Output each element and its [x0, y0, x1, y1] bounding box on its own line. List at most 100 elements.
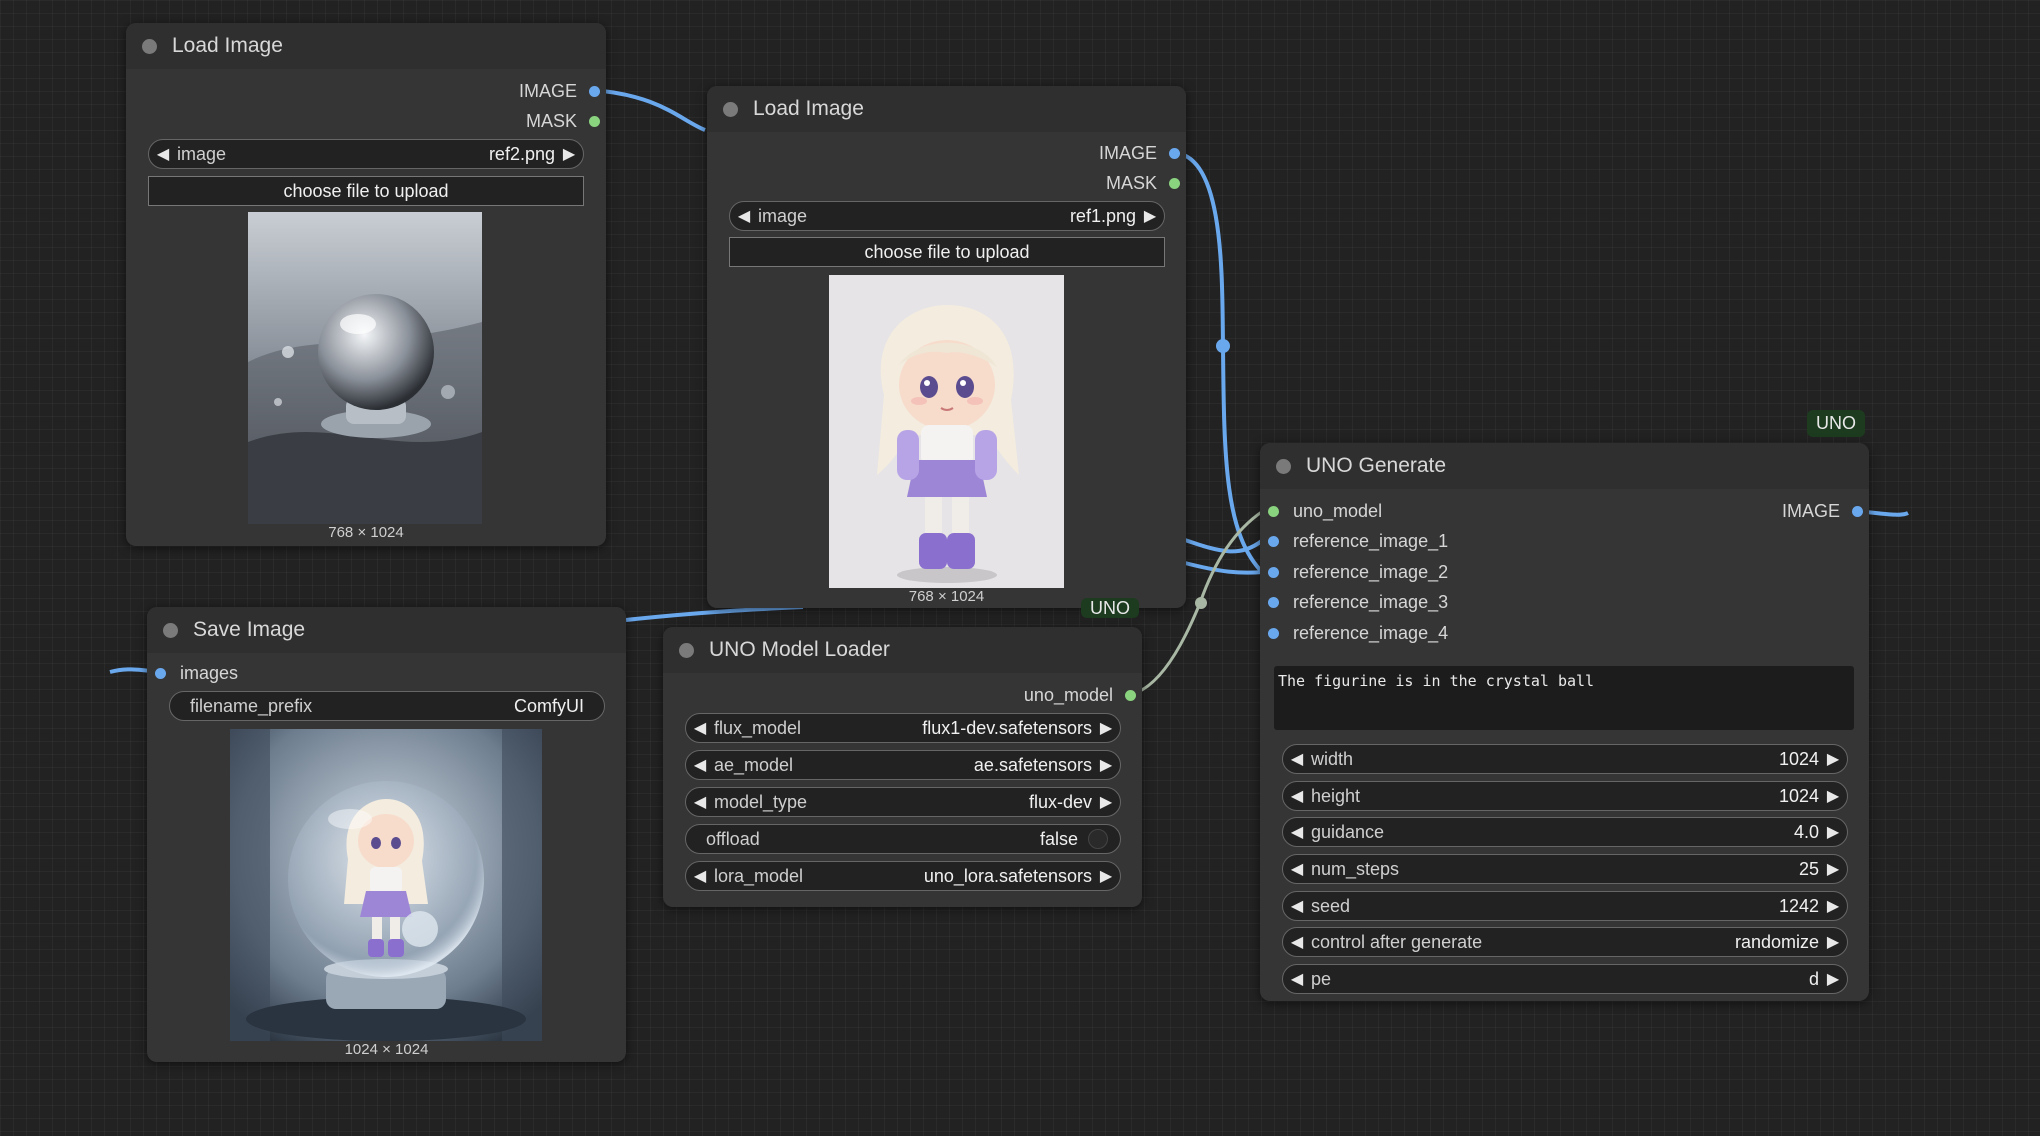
increment-arrow-icon[interactable]: ▶ — [1819, 859, 1847, 879]
widget-label: pe — [1311, 968, 1332, 989]
node-header[interactable]: UNO Model Loader — [663, 627, 1142, 673]
model-type-combo[interactable]: ◀ model_type flux-dev ▶ — [685, 787, 1121, 817]
increment-arrow-icon[interactable]: ▶ — [1819, 749, 1847, 769]
node-badge: UNO — [1807, 410, 1865, 437]
output-slot-icon[interactable] — [1169, 177, 1180, 189]
increment-arrow-icon[interactable]: ▶ — [1092, 718, 1120, 738]
link-ref2-image — [591, 88, 706, 132]
load-image-node-ref1[interactable]: Load Image IMAGE MASK ◀ image ref1.png ▶… — [707, 86, 1186, 608]
lora-model-combo[interactable]: ◀ lora_model uno_lora.safetensors ▶ — [685, 861, 1121, 891]
input-slot-icon[interactable] — [1268, 566, 1279, 578]
input-slot-icon[interactable] — [1268, 627, 1279, 639]
input-slot-icon[interactable] — [1268, 596, 1279, 608]
output-image[interactable]: IMAGE — [519, 77, 600, 105]
upload-button[interactable]: choose file to upload — [729, 237, 1165, 267]
collapse-dot-icon[interactable] — [163, 622, 178, 638]
save-image-node[interactable]: Save Image images filename_prefix ComfyU… — [147, 607, 626, 1062]
flux-model-combo[interactable]: ◀ flux_model flux1-dev.safetensors ▶ — [685, 713, 1121, 743]
output-label: IMAGE — [1098, 142, 1157, 163]
output-label: MASK — [525, 110, 577, 131]
decrement-arrow-icon[interactable]: ◀ — [686, 792, 714, 812]
decrement-arrow-icon[interactable]: ◀ — [1283, 969, 1311, 989]
collapse-dot-icon[interactable] — [723, 101, 738, 117]
link-save-into-canvas — [625, 605, 804, 622]
decrement-arrow-icon[interactable]: ◀ — [730, 206, 758, 226]
link-ref1-image — [1172, 151, 1265, 575]
input-reference-image-1[interactable]: reference_image_1 — [1268, 527, 1448, 555]
input-label: reference_image_3 — [1293, 591, 1449, 612]
input-slot-icon[interactable] — [155, 667, 166, 679]
decrement-arrow-icon[interactable]: ◀ — [149, 144, 177, 164]
widget-value: flux-dev — [1028, 791, 1092, 812]
output-mask[interactable]: MASK — [1106, 169, 1180, 197]
collapse-dot-icon[interactable] — [1276, 458, 1291, 474]
load-image-node-ref2[interactable]: Load Image IMAGE MASK ◀ image ref2.png ▶… — [126, 23, 606, 546]
input-images[interactable]: images — [155, 659, 238, 687]
filename-prefix-field[interactable]: filename_prefix ComfyUI — [169, 691, 605, 721]
input-reference-image-2[interactable]: reference_image_2 — [1268, 558, 1448, 586]
decrement-arrow-icon[interactable]: ◀ — [1283, 749, 1311, 769]
widget-label: width — [1311, 748, 1354, 769]
output-slot-icon[interactable] — [589, 115, 600, 127]
decrement-arrow-icon[interactable]: ◀ — [1283, 786, 1311, 806]
output-image[interactable]: IMAGE — [1782, 497, 1863, 525]
widget-label: num_steps — [1311, 858, 1400, 879]
output-slot-icon[interactable] — [1125, 689, 1136, 701]
increment-arrow-icon[interactable]: ▶ — [1092, 755, 1120, 775]
output-mask[interactable]: MASK — [526, 107, 600, 135]
num-steps-number[interactable]: ◀ num_steps 25 ▶ — [1282, 854, 1848, 884]
node-graph-canvas[interactable]: Load Image IMAGE MASK ◀ image ref2.png ▶… — [0, 0, 2040, 1136]
increment-arrow-icon[interactable]: ▶ — [1092, 792, 1120, 812]
increment-arrow-icon[interactable]: ▶ — [1819, 969, 1847, 989]
decrement-arrow-icon[interactable]: ◀ — [686, 718, 714, 738]
control-after-generate-combo[interactable]: ◀ control after generate randomize ▶ — [1282, 927, 1848, 957]
collapse-dot-icon[interactable] — [679, 642, 694, 658]
widget-label: flux_model — [714, 717, 802, 738]
decrement-arrow-icon[interactable]: ◀ — [1283, 932, 1311, 952]
increment-arrow-icon[interactable]: ▶ — [1819, 822, 1847, 842]
increment-arrow-icon[interactable]: ▶ — [555, 144, 583, 164]
node-header[interactable]: UNO Generate — [1260, 443, 1869, 489]
input-slot-icon[interactable] — [1268, 535, 1279, 547]
node-header[interactable]: Load Image — [126, 23, 606, 69]
output-image[interactable]: IMAGE — [1099, 139, 1180, 167]
input-reference-image-4[interactable]: reference_image_4 — [1268, 619, 1448, 647]
pe-combo[interactable]: ◀ pe d ▶ — [1282, 964, 1848, 994]
decrement-arrow-icon[interactable]: ◀ — [1283, 896, 1311, 916]
offload-toggle[interactable]: offload false — [685, 824, 1121, 854]
increment-arrow-icon[interactable]: ▶ — [1819, 932, 1847, 952]
decrement-arrow-icon[interactable]: ◀ — [686, 755, 714, 775]
node-header[interactable]: Save Image — [147, 607, 626, 653]
input-slot-icon[interactable] — [1268, 505, 1279, 517]
increment-arrow-icon[interactable]: ▶ — [1819, 896, 1847, 916]
output-uno-model[interactable]: uno_model — [1024, 681, 1136, 709]
toggle-knob-icon[interactable] — [1088, 829, 1108, 849]
decrement-arrow-icon[interactable]: ◀ — [1283, 822, 1311, 842]
output-label: IMAGE — [1781, 500, 1840, 521]
increment-arrow-icon[interactable]: ▶ — [1092, 866, 1120, 886]
collapse-dot-icon[interactable] — [142, 38, 157, 54]
output-slot-icon[interactable] — [1169, 147, 1180, 159]
input-label: reference_image_2 — [1293, 561, 1449, 582]
input-uno-model[interactable]: uno_model — [1268, 497, 1382, 525]
output-slot-icon[interactable] — [1852, 505, 1863, 517]
guidance-number[interactable]: ◀ guidance 4.0 ▶ — [1282, 817, 1848, 847]
image-combo[interactable]: ◀ image ref2.png ▶ — [148, 139, 584, 169]
increment-arrow-icon[interactable]: ▶ — [1819, 786, 1847, 806]
input-reference-image-3[interactable]: reference_image_3 — [1268, 588, 1448, 616]
increment-arrow-icon[interactable]: ▶ — [1136, 206, 1164, 226]
prompt-textarea[interactable]: The figurine is in the crystal ball — [1274, 666, 1854, 730]
image-combo[interactable]: ◀ image ref1.png ▶ — [729, 201, 1165, 231]
output-slot-icon[interactable] — [589, 85, 600, 97]
widget-value: false — [1039, 828, 1078, 849]
ae-model-combo[interactable]: ◀ ae_model ae.safetensors ▶ — [685, 750, 1121, 780]
decrement-arrow-icon[interactable]: ◀ — [1283, 859, 1311, 879]
decrement-arrow-icon[interactable]: ◀ — [686, 866, 714, 886]
uno-model-loader-node[interactable]: UNO Model Loader uno_model ◀ flux_model … — [663, 627, 1142, 907]
upload-button[interactable]: choose file to upload — [148, 176, 584, 206]
height-number[interactable]: ◀ height 1024 ▶ — [1282, 781, 1848, 811]
seed-number[interactable]: ◀ seed 1242 ▶ — [1282, 891, 1848, 921]
node-header[interactable]: Load Image — [707, 86, 1186, 132]
width-number[interactable]: ◀ width 1024 ▶ — [1282, 744, 1848, 774]
uno-generate-node[interactable]: UNO Generate uno_model reference_image_1… — [1260, 443, 1869, 1001]
